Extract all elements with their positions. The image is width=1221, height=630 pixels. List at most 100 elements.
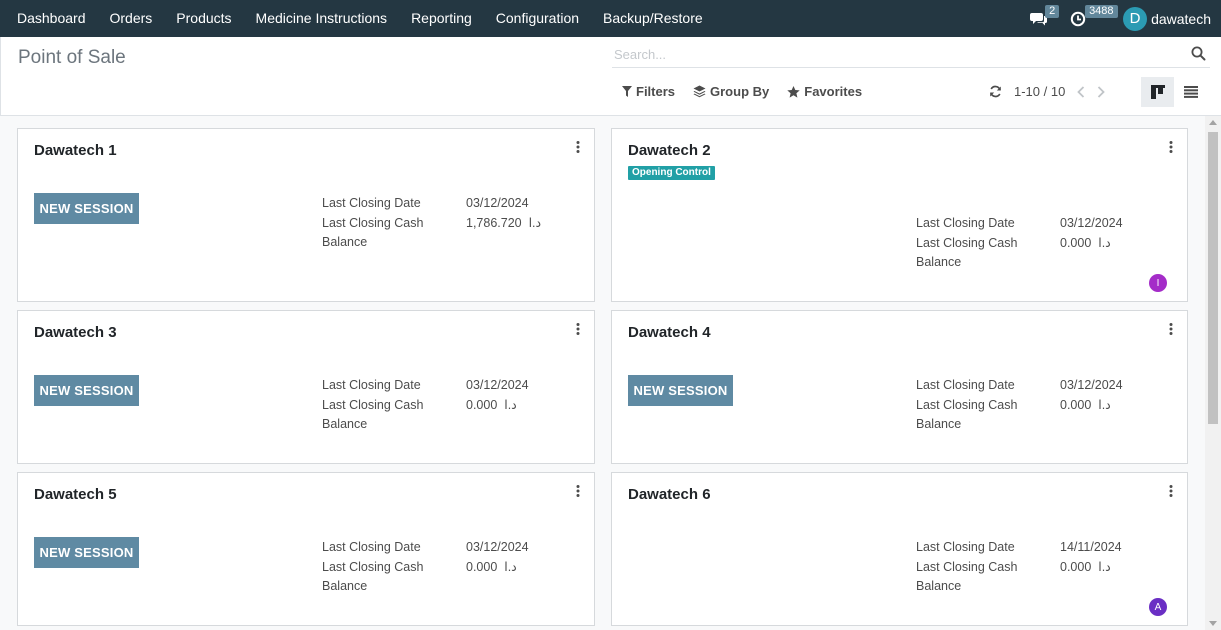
- pos-name: Dawatech 4: [628, 324, 711, 341]
- pos-name: Dawatech 1: [34, 142, 117, 159]
- scroll-up-arrow-icon[interactable]: [1209, 120, 1217, 125]
- card-menu-icon[interactable]: [1169, 484, 1173, 502]
- scrollbar-thumb[interactable]: [1208, 132, 1218, 424]
- last-closing-date-value: 03/12/2024: [1060, 216, 1123, 230]
- last-closing-cash-value: 0.000 د.ا: [1060, 397, 1111, 412]
- kanban-view: Dawatech 1 NEW SESSION Last Closing Date…: [0, 116, 1205, 630]
- last-closing-date-value: 03/12/2024: [466, 378, 529, 392]
- card-menu-icon[interactable]: [1169, 322, 1173, 340]
- opening-control-badge: Opening Control: [628, 166, 715, 180]
- last-closing-cash-label: Last Closing Cash: [322, 397, 424, 412]
- activities-button[interactable]: 3488: [1059, 0, 1118, 37]
- last-closing-date-value: 03/12/2024: [466, 196, 529, 210]
- last-closing-cash-value: 1,786.720 د.ا: [466, 215, 542, 230]
- kanban-icon: [1150, 85, 1165, 99]
- last-closing-cash-label-2: Balance: [916, 579, 962, 593]
- pos-card[interactable]: Dawatech 6 Last Closing Date 14/11/2024 …: [611, 472, 1188, 626]
- list-icon: [1183, 86, 1198, 98]
- pos-name: Dawatech 3: [34, 324, 117, 341]
- last-closing-cash-label-2: Balance: [916, 255, 962, 269]
- last-closing-date-label: Last Closing Date: [322, 378, 421, 392]
- page-title: Point of Sale: [18, 47, 126, 68]
- last-closing-cash-label-2: Balance: [916, 417, 962, 431]
- nav-dashboard[interactable]: Dashboard: [0, 0, 98, 37]
- last-closing-cash-label-2: Balance: [322, 417, 368, 431]
- last-closing-date-label: Last Closing Date: [916, 378, 1015, 392]
- clock-icon: [1070, 11, 1086, 26]
- last-closing-date-value: 03/12/2024: [1060, 378, 1123, 392]
- search-icon[interactable]: [1191, 46, 1206, 66]
- card-menu-icon[interactable]: [576, 140, 580, 158]
- pos-card[interactable]: Dawatech 5 NEW SESSION Last Closing Date…: [17, 472, 595, 626]
- pos-name: Dawatech 2: [628, 142, 711, 159]
- pos-card[interactable]: Dawatech 1 NEW SESSION Last Closing Date…: [17, 128, 595, 302]
- last-closing-date-value: 14/11/2024: [1060, 540, 1122, 554]
- last-closing-date-label: Last Closing Date: [916, 540, 1015, 554]
- last-closing-cash-label: Last Closing Cash: [322, 559, 424, 574]
- favorites-label: Favorites: [804, 84, 863, 99]
- pos-card[interactable]: Dawatech 4 NEW SESSION Last Closing Date…: [611, 310, 1188, 464]
- last-closing-cash-label-2: Balance: [322, 579, 368, 593]
- star-icon: [787, 85, 800, 98]
- last-closing-cash-label: Last Closing Cash: [916, 397, 1018, 412]
- search-bar: [612, 42, 1210, 68]
- last-closing-cash-label: Last Closing Cash: [916, 559, 1018, 574]
- nav-configuration[interactable]: Configuration: [484, 0, 591, 37]
- pos-name: Dawatech 6: [628, 486, 711, 503]
- card-menu-icon[interactable]: [576, 484, 580, 502]
- pos-card[interactable]: Dawatech 3 NEW SESSION Last Closing Date…: [17, 310, 595, 464]
- user-menu[interactable]: D dawatech: [1115, 0, 1221, 37]
- filters-label: Filters: [636, 84, 676, 99]
- view-switcher: [1141, 77, 1207, 107]
- activities-count-badge: 3488: [1085, 5, 1118, 18]
- top-navbar: Dashboard Orders Products Medicine Instr…: [0, 0, 1221, 37]
- filter-icon: [622, 86, 632, 97]
- list-view-button[interactable]: [1174, 77, 1207, 107]
- last-closing-cash-label: Last Closing Cash: [322, 215, 424, 230]
- pager: 1-10 / 10: [989, 84, 1106, 99]
- user-avatar: D: [1123, 6, 1148, 31]
- new-session-button[interactable]: NEW SESSION: [34, 537, 139, 568]
- kanban-view-button[interactable]: [1141, 77, 1174, 107]
- card-menu-icon[interactable]: [1169, 140, 1173, 158]
- favorites-button[interactable]: Favorites: [787, 84, 862, 99]
- pos-name: Dawatech 5: [34, 486, 117, 503]
- user-name: dawatech: [1151, 10, 1211, 27]
- new-session-button[interactable]: NEW SESSION: [34, 375, 139, 406]
- last-closing-cash-value: 0.000 د.ا: [466, 397, 517, 412]
- search-options: Filters Group By Favorites: [622, 84, 880, 99]
- refresh-icon[interactable]: [989, 85, 1002, 98]
- responsible-user-avatar[interactable]: I: [1149, 274, 1167, 292]
- responsible-user-avatar[interactable]: A: [1149, 598, 1167, 616]
- card-menu-icon[interactable]: [576, 322, 580, 340]
- messages-count-badge: 2: [1045, 5, 1060, 18]
- scroll-down-arrow-icon[interactable]: [1209, 621, 1217, 626]
- last-closing-cash-label: Last Closing Cash: [916, 235, 1018, 250]
- last-closing-date-label: Last Closing Date: [322, 540, 421, 554]
- last-closing-date-label: Last Closing Date: [916, 216, 1015, 230]
- layers-icon: [693, 85, 706, 98]
- control-panel: Point of Sale Filters Group By: [0, 37, 1221, 116]
- nav-reporting[interactable]: Reporting: [399, 0, 484, 37]
- last-closing-cash-value: 0.000 د.ا: [1060, 235, 1111, 250]
- filters-button[interactable]: Filters: [622, 84, 675, 99]
- new-session-button[interactable]: NEW SESSION: [34, 193, 139, 224]
- last-closing-cash-value: 0.000 د.ا: [466, 559, 517, 574]
- last-closing-date-value: 03/12/2024: [466, 540, 529, 554]
- messages-button[interactable]: 2: [1019, 0, 1060, 37]
- pager-value[interactable]: 1-10 / 10: [1014, 84, 1065, 99]
- nav-medicine-instructions[interactable]: Medicine Instructions: [244, 0, 400, 37]
- pager-next-icon[interactable]: [1097, 85, 1106, 98]
- nav-products[interactable]: Products: [164, 0, 243, 37]
- search-input[interactable]: [612, 42, 1172, 66]
- scrollbar[interactable]: [1205, 116, 1221, 630]
- last-closing-cash-value: 0.000 د.ا: [1060, 559, 1111, 574]
- group-by-button[interactable]: Group By: [693, 84, 769, 99]
- nav-backup-restore[interactable]: Backup/Restore: [591, 0, 715, 37]
- nav-orders[interactable]: Orders: [98, 0, 165, 37]
- new-session-button[interactable]: NEW SESSION: [628, 375, 733, 406]
- last-closing-cash-label-2: Balance: [322, 235, 368, 249]
- pos-card[interactable]: Dawatech 2 Opening Control Last Closing …: [611, 128, 1188, 302]
- pager-previous-icon[interactable]: [1077, 85, 1085, 98]
- last-closing-date-label: Last Closing Date: [322, 196, 421, 210]
